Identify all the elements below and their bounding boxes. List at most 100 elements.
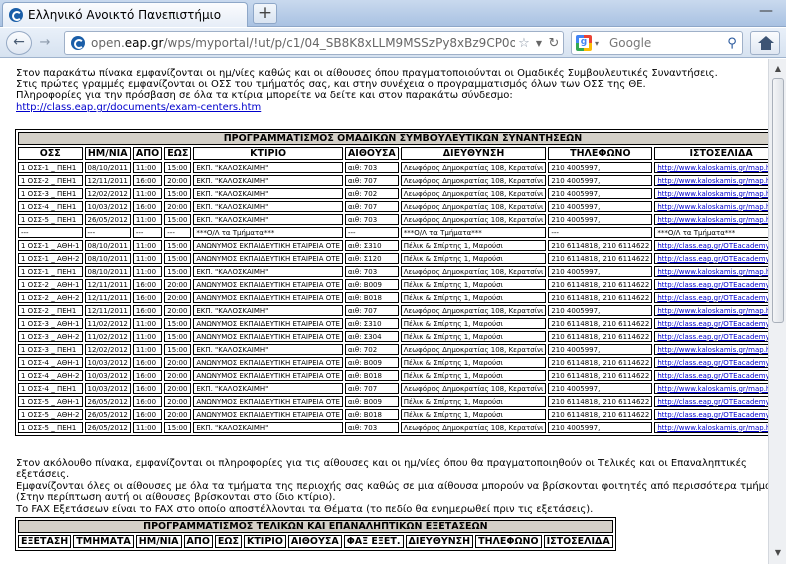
table-cell: ΕΚΠ. "ΚΑΛΟΣΚΑΙΜΗ" bbox=[193, 175, 343, 186]
table-cell: 11:00 bbox=[132, 422, 163, 433]
reload-icon[interactable]: ↻ bbox=[545, 36, 563, 51]
table-cell: 11:00 bbox=[132, 214, 163, 225]
vertical-scrollbar[interactable]: ▲ ▼ bbox=[768, 59, 786, 564]
table-row: 1 ΟΣΣ-2 _ ΠΕΗ1 12/11/2011 16:00 20:00 ΕΚΠ. "… bbox=[18, 175, 768, 186]
table-cell: http://www.kaloskamis.gr/map.html bbox=[654, 305, 768, 316]
table-cell: Πέλικ & Σπίρτης 1, Μαρούσι bbox=[400, 240, 547, 251]
table-cell: 16:00 bbox=[132, 370, 163, 381]
search-magnifier-icon[interactable]: ⚲ bbox=[722, 36, 742, 51]
table-cell: Πέλικ & Σπίρτης 1, Μαρούσι bbox=[400, 279, 547, 290]
table-cell: 11/02/2012 bbox=[84, 318, 131, 329]
website-link[interactable]: http://class.eap.gr/OTEacademy.htm bbox=[657, 398, 768, 406]
table-cell: 08/10/2011 bbox=[84, 266, 131, 277]
table-row: 1 ΟΣΣ-3 _ ΑΘΗ-2 11/02/2012 11:00 15:00 ΑΝΩΝΥ… bbox=[18, 331, 768, 342]
website-link[interactable]: http://www.kaloskamis.gr/map.html bbox=[657, 164, 768, 172]
intro-line-2: Στις πρώτες γραμμές εμφανίζονται οι ΟΣΣ … bbox=[16, 79, 646, 90]
table-cell: ΕΚΠ. "ΚΑΛΟΣΚΑΙΜΗ" bbox=[193, 344, 343, 355]
url-text[interactable]: open.eap.gr/wps/myportal/!ut/p/c1/04_SB8… bbox=[91, 36, 515, 50]
table-cell: 16:00 bbox=[132, 201, 163, 212]
website-link[interactable]: http://class.eap.gr/OTEacademy.htm bbox=[657, 294, 768, 302]
website-link[interactable]: http://www.kaloskamis.gr/map.html bbox=[657, 385, 768, 393]
table-cell: 11:00 bbox=[132, 162, 163, 173]
exam-table-header-cell: ΤΜΗΜΑΤΑ bbox=[73, 535, 134, 548]
exam-table-header-cell: ΕΞΕΤΑΣΗ bbox=[18, 535, 72, 548]
website-link[interactable]: http://class.eap.gr/OTEacademy.htm bbox=[657, 242, 768, 250]
website-link[interactable]: http://www.kaloskamis.gr/map.html bbox=[657, 346, 768, 354]
oss-table-header-cell: ΤΗΛΕΦΩΝΟ bbox=[548, 147, 653, 160]
website-link[interactable]: http://class.eap.gr/OTEacademy.htm bbox=[657, 320, 768, 328]
table-cell: 20:00 bbox=[164, 292, 192, 303]
table-cell: ΑΝΩΝΥΜΟΣ ΕΚΠΑΙΔΕΥΤΙΚΗ ΕΤΑΙΡΕΙΑ ΟΤΕ bbox=[193, 292, 343, 303]
table-cell: 11:00 bbox=[132, 253, 163, 264]
website-link[interactable]: http://class.eap.gr/OTEacademy.htm bbox=[657, 372, 768, 380]
scrollbar-thumb[interactable] bbox=[772, 78, 784, 323]
address-bar[interactable]: open.eap.gr/wps/myportal/!ut/p/c1/04_SB8… bbox=[64, 31, 564, 55]
table-cell: αιθ: 702 bbox=[344, 188, 399, 199]
table-cell: 15:00 bbox=[164, 422, 192, 433]
table-cell: αιθ: 703 bbox=[344, 162, 399, 173]
exam-table-header-cell: ΑΙΘΟΥΣΑ bbox=[287, 535, 342, 548]
scroll-up-icon[interactable]: ▲ bbox=[771, 62, 785, 76]
table-row: 1 ΟΣΣ-3 _ ΑΘΗ-1 11/02/2012 11:00 15:00 ΑΝΩΝΥ… bbox=[18, 318, 768, 329]
table-cell: 15:00 bbox=[164, 214, 192, 225]
table-row: 1 ΟΣΣ-4 _ ΠΕΗ1 10/03/2012 16:00 20:00 ΕΚΠ. "… bbox=[18, 201, 768, 212]
exam-table-title: ΠΡΟΓΡΑΜΜΑΤΙΣΜΟΣ ΤΕΛΙΚΩΝ ΚΑΙ ΕΠΑΝΑΛΗΠΤΙΚΩ… bbox=[18, 520, 613, 533]
exam-table-header-cell: ΗΜ/ΝΙΑ bbox=[135, 535, 182, 548]
table-cell: Λεωφόρος Δημοκρατίας 108, Κερατσίνι bbox=[400, 383, 547, 394]
table-cell: 210 4005997, bbox=[548, 188, 653, 199]
exam-centers-link[interactable]: http://class.eap.gr/documents/exam-cente… bbox=[16, 102, 261, 113]
search-bar[interactable]: ▾ Google ⚲ bbox=[571, 31, 743, 55]
table-cell: 20:00 bbox=[164, 409, 192, 420]
exams-intro-line-2: εξετάσεις. bbox=[16, 469, 70, 480]
website-link[interactable]: http://class.eap.gr/OTEacademy.htm bbox=[657, 333, 768, 341]
website-link[interactable]: http://www.kaloskamis.gr/map.html bbox=[657, 424, 768, 432]
google-icon[interactable] bbox=[576, 35, 592, 51]
oss-table-header-cell: ΙΣΤΟΣΕΛΙΔΑ bbox=[654, 147, 768, 160]
website-link[interactable]: http://www.kaloskamis.gr/map.html bbox=[657, 216, 768, 224]
website-link[interactable]: http://class.eap.gr/OTEacademy.htm bbox=[657, 281, 768, 289]
url-dropdown-icon[interactable]: ▼ bbox=[533, 39, 545, 48]
table-cell: Λεωφόρος Δημοκρατίας 108, Κερατσίνι bbox=[400, 422, 547, 433]
table-cell: 20:00 bbox=[164, 396, 192, 407]
back-button[interactable]: ← bbox=[6, 31, 32, 55]
website-link[interactable]: http://www.kaloskamis.gr/map.html bbox=[657, 307, 768, 315]
table-cell: αιθ: Β009 bbox=[344, 396, 399, 407]
exam-table-header-cell: ΕΩΣ bbox=[214, 535, 242, 548]
website-link[interactable]: http://www.kaloskamis.gr/map.html bbox=[657, 177, 768, 185]
search-input[interactable]: Google bbox=[605, 36, 722, 50]
bookmark-star-icon[interactable]: ☆ bbox=[515, 36, 533, 51]
website-link[interactable]: http://class.eap.gr/OTEacademy.htm bbox=[657, 255, 768, 263]
table-cell: ΑΝΩΝΥΜΟΣ ΕΚΠΑΙΔΕΥΤΙΚΗ ΕΤΑΙΡΕΙΑ ΟΤΕ bbox=[193, 396, 343, 407]
url-domain: eap.gr bbox=[124, 36, 164, 50]
table-row: 1 ΟΣΣ-4 _ ΑΘΗ-2 10/03/2012 16:00 20:00 ΑΝΩΝΥ… bbox=[18, 370, 768, 381]
table-cell: ΕΚΠ. "ΚΑΛΟΣΚΑΙΜΗ" bbox=[193, 383, 343, 394]
oss-schedule-table: ΠΡΟΓΡΑΜΜΑΤΙΣΜΟΣ ΟΜΑΔΙΚΩΝ ΣΥΜΒΟΥΛΕΥΤΙΚΩΝ … bbox=[15, 129, 768, 436]
website-link[interactable]: http://www.kaloskamis.gr/map.html bbox=[657, 268, 768, 276]
exam-table-header-row: ΕΞΕΤΑΣΗ ΤΜΗΜΑΤΑ ΗΜ/ΝΙΑ ΑΠΟ ΕΩΣ ΚΤΙΡΙΟ ΑΙΘΟΥΣΑ Φ… bbox=[18, 535, 613, 548]
forward-button[interactable]: → bbox=[34, 34, 56, 52]
table-cell: 210 4005997, bbox=[548, 422, 653, 433]
table-row: 1 ΟΣΣ-5 _ ΑΘΗ-2 26/05/2012 16:00 20:00 ΑΝΩΝΥ… bbox=[18, 409, 768, 420]
table-cell: 20:00 bbox=[164, 201, 192, 212]
website-link[interactable]: http://class.eap.gr/OTEacademy.htm bbox=[657, 411, 768, 419]
table-cell: 10/03/2012 bbox=[84, 370, 131, 381]
table-cell: 20:00 bbox=[164, 357, 192, 368]
tab-active[interactable]: Ελληνικό Ανοικτό Πανεπιστήμιο bbox=[2, 2, 248, 27]
table-cell: 12/11/2011 bbox=[84, 279, 131, 290]
website-link[interactable]: http://www.kaloskamis.gr/map.html bbox=[657, 190, 768, 198]
home-button[interactable] bbox=[750, 31, 780, 55]
table-cell: 12/02/2012 bbox=[84, 344, 131, 355]
search-engine-dropdown-icon[interactable]: ▾ bbox=[595, 39, 605, 48]
website-link[interactable]: http://www.kaloskamis.gr/map.html bbox=[657, 203, 768, 211]
table-cell: 1 ΟΣΣ-5 _ ΠΕΗ1 bbox=[18, 422, 83, 433]
table-cell: 16:00 bbox=[132, 357, 163, 368]
table-cell: 26/05/2012 bbox=[84, 409, 131, 420]
website-link[interactable]: http://class.eap.gr/OTEacademy.htm bbox=[657, 359, 768, 367]
table-cell: 12/11/2011 bbox=[84, 175, 131, 186]
table-cell: αιθ: Β009 bbox=[344, 357, 399, 368]
minimize-icon[interactable]: — bbox=[754, 4, 778, 22]
scroll-down-icon[interactable]: ▼ bbox=[771, 546, 785, 560]
new-tab-button[interactable]: + bbox=[253, 3, 277, 24]
table-cell: Λεωφόρος Δημοκρατίας 108, Κερατσίνι bbox=[400, 162, 547, 173]
table-cell: 1 ΟΣΣ-4 _ ΠΕΗ1 bbox=[18, 201, 83, 212]
